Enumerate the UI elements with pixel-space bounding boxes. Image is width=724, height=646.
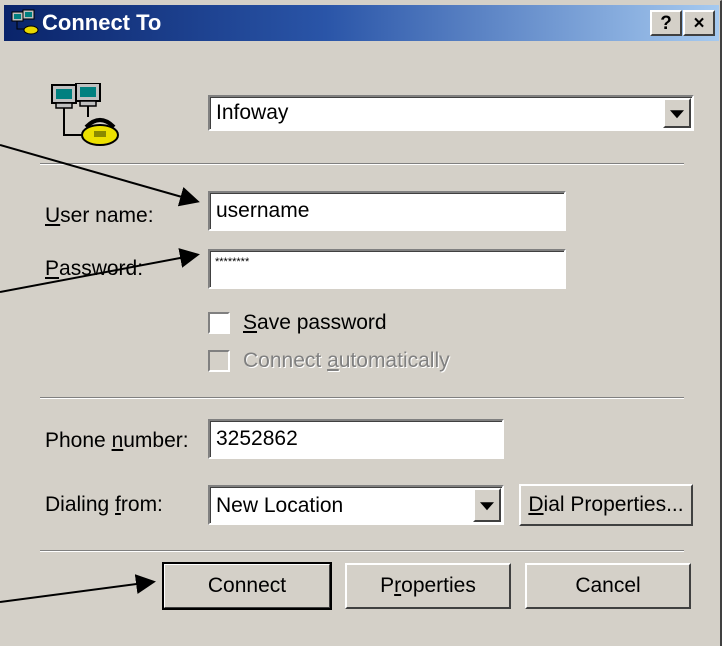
dial-properties-button[interactable]: Dial Properties... bbox=[519, 484, 693, 526]
password-input-value: ******** bbox=[215, 256, 250, 268]
username-input-value: username bbox=[216, 199, 310, 222]
username-input[interactable]: username bbox=[208, 191, 566, 231]
title-bar[interactable]: Connect To ? × bbox=[4, 5, 719, 41]
connection-select-value: Infoway bbox=[216, 101, 289, 124]
dialup-computers-phone-icon bbox=[51, 83, 119, 146]
password-input[interactable]: ******** bbox=[208, 249, 566, 289]
dialing-from-select[interactable]: New Location bbox=[208, 485, 504, 525]
username-label: User name: bbox=[45, 204, 154, 227]
phone-number-input[interactable]: 3252862 bbox=[208, 419, 504, 459]
cancel-button[interactable]: Cancel bbox=[525, 563, 691, 609]
password-label: Password: bbox=[45, 257, 144, 280]
connect-to-dialog: Connect To ? × Infoway User name: userna… bbox=[0, 0, 722, 646]
separator bbox=[40, 397, 684, 399]
help-button[interactable]: ? bbox=[650, 10, 682, 36]
dialing-from-dropdown-button[interactable] bbox=[473, 488, 501, 522]
separator bbox=[40, 163, 684, 165]
chevron-down-icon bbox=[670, 110, 684, 119]
window-title: Connect To bbox=[42, 10, 162, 35]
network-connection-icon bbox=[11, 9, 39, 35]
dialing-from-select-value: New Location bbox=[216, 494, 344, 517]
connect-button[interactable]: Connect bbox=[162, 562, 332, 610]
properties-button[interactable]: Pr operties bbox=[345, 563, 511, 609]
save-password-checkbox[interactable] bbox=[208, 312, 230, 334]
save-password-label[interactable]: Save password bbox=[243, 311, 387, 335]
close-button[interactable]: × bbox=[683, 10, 715, 36]
connect-automatically-label: Connect automatically bbox=[243, 349, 450, 372]
phone-number-input-value: 3252862 bbox=[216, 427, 298, 450]
connection-select[interactable]: Infoway bbox=[208, 95, 694, 131]
dialing-from-label: Dialing from: bbox=[45, 493, 163, 516]
separator bbox=[40, 550, 684, 552]
connection-dropdown-button[interactable] bbox=[663, 98, 691, 128]
chevron-down-icon bbox=[480, 502, 494, 511]
connect-automatically-checkbox bbox=[208, 350, 230, 372]
phone-number-label: Phone number: bbox=[45, 429, 189, 452]
